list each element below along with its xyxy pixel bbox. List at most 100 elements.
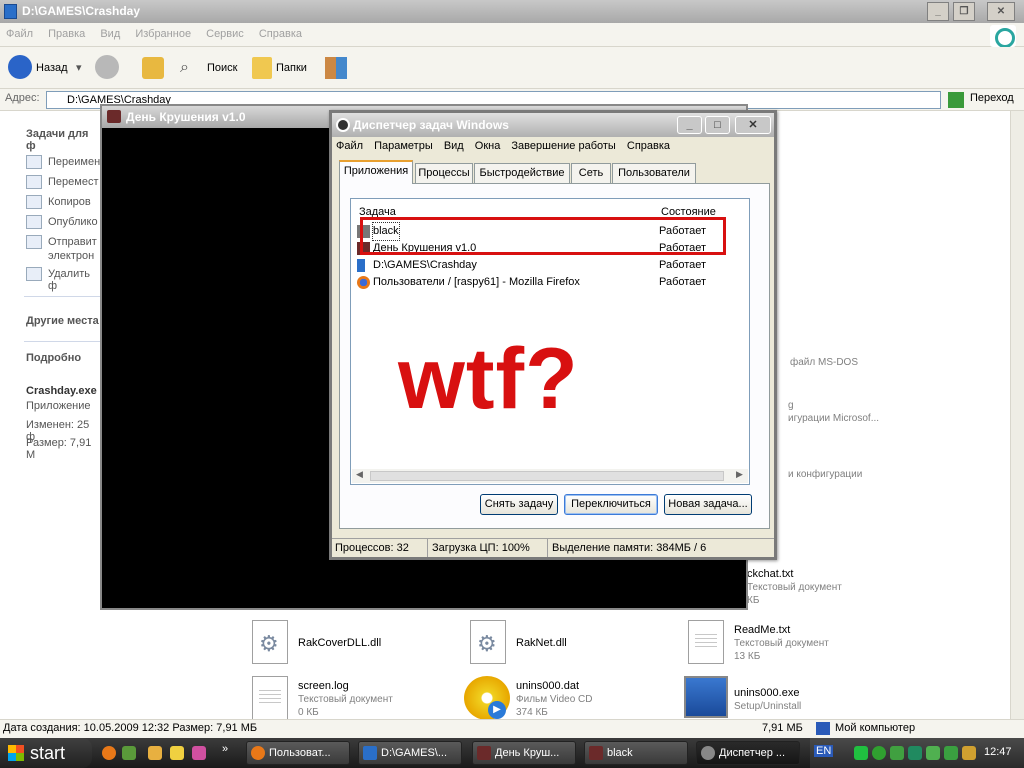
setup-file-icon[interactable] [684, 676, 728, 718]
menu-view[interactable]: Вид [94, 23, 126, 45]
task-publish[interactable]: Опублико [48, 216, 98, 228]
forward-button[interactable] [95, 55, 119, 79]
menu-shutdown[interactable]: Завершение работы [507, 137, 619, 155]
file-type-partial: игурации Microsof... [788, 413, 880, 424]
horizontal-scrollbar[interactable]: ◀ ▶ [352, 469, 748, 483]
text-file-icon[interactable] [688, 620, 724, 664]
menu-help[interactable]: Справка [623, 137, 674, 155]
task-send-2[interactable]: электрон [48, 250, 94, 262]
search-icon[interactable]: ⌕ [180, 57, 200, 79]
status-size: 7,91 МБ [762, 722, 803, 734]
dll-file-icon[interactable] [252, 620, 288, 664]
taskbar-button-task-manager[interactable]: Диспетчер ... [696, 741, 800, 765]
divider [24, 341, 100, 342]
menu-view[interactable]: Вид [440, 137, 468, 155]
quicklaunch-icon[interactable] [192, 746, 206, 760]
file-name[interactable]: RakNet.dll [516, 637, 567, 649]
signal-icon[interactable] [926, 746, 940, 760]
tray-icon[interactable] [890, 746, 904, 760]
file-name[interactable]: screen.log [298, 680, 349, 692]
task-delete[interactable]: Удалить ф [48, 268, 100, 292]
quicklaunch-icon[interactable] [170, 746, 184, 760]
dll-file-icon[interactable] [470, 620, 506, 664]
menu-help[interactable]: Справка [253, 23, 308, 45]
menu-file[interactable]: Файл [0, 23, 39, 45]
task-copy[interactable]: Копиров [48, 196, 91, 208]
back-dropdown-icon[interactable]: ▾ [76, 57, 82, 79]
tab-applications[interactable]: Приложения [339, 160, 413, 184]
list-item[interactable]: Пользователи / [raspy61] - Mozilla Firef… [351, 274, 749, 291]
quicklaunch-icon[interactable] [122, 746, 136, 760]
details-header[interactable]: Подробно [26, 352, 81, 364]
menu-tools[interactable]: Сервис [200, 23, 250, 45]
file-type: Текстовый документ [734, 638, 829, 649]
go-button[interactable]: Переход [970, 92, 1014, 104]
folders-icon[interactable] [252, 57, 272, 79]
taskbar-button-black[interactable]: black [584, 741, 688, 765]
task-move[interactable]: Перемест [48, 176, 98, 188]
back-arrow-icon[interactable] [8, 55, 32, 79]
chevron-right-icon[interactable]: » [222, 743, 228, 755]
file-name[interactable]: unins000.exe [734, 687, 799, 699]
language-indicator[interactable]: EN [814, 745, 834, 757]
status-text: Дата создания: 10.05.2009 12:32 Размер: … [3, 722, 258, 734]
tasks-header[interactable]: Задачи для ф [26, 128, 100, 152]
text-file-icon[interactable] [252, 676, 288, 720]
tab-processes[interactable]: Процессы [415, 163, 473, 183]
vertical-scrollbar[interactable] [1010, 111, 1024, 719]
menu-options[interactable]: Параметры [370, 137, 437, 155]
file-name[interactable]: unins000.dat [516, 680, 579, 692]
up-folder-icon[interactable] [142, 57, 164, 79]
search-button[interactable]: Поиск [207, 57, 237, 79]
scroll-right-icon[interactable]: ▶ [736, 469, 743, 480]
firefox-icon[interactable] [102, 746, 116, 760]
file-name[interactable]: ReadMe.txt [734, 624, 790, 636]
tray-icon[interactable] [854, 746, 868, 760]
back-button[interactable]: Назад [36, 57, 68, 79]
tray-icon[interactable] [962, 746, 976, 760]
minimize-button[interactable]: _ [677, 116, 702, 134]
scroll-left-icon[interactable]: ◀ [356, 469, 363, 480]
close-button[interactable]: ✕ [735, 116, 771, 134]
task-rename[interactable]: Переимен [48, 156, 100, 168]
tab-users[interactable]: Пользователи [612, 163, 696, 183]
quicklaunch-icon[interactable] [148, 746, 162, 760]
tray-icon[interactable] [908, 746, 922, 760]
app-state: Работает [659, 276, 707, 288]
tab-network[interactable]: Сеть [571, 163, 611, 183]
explorer-menu-bar: Файл Правка Вид Избранное Сервис Справка [0, 23, 1024, 47]
views-icon[interactable] [325, 57, 347, 79]
copy-icon [26, 195, 42, 209]
taskbar-button-explorer[interactable]: D:\GAMES\... [358, 741, 462, 765]
minimize-button[interactable]: _ [927, 2, 949, 21]
file-name[interactable]: RakCoverDLL.dll [298, 637, 381, 649]
taskbar-button-game[interactable]: День Круш... [472, 741, 576, 765]
menu-file[interactable]: Файл [332, 137, 367, 155]
menu-edit[interactable]: Правка [42, 23, 91, 45]
taskbar-button-firefox[interactable]: Пользоват... [246, 741, 350, 765]
maximize-button[interactable]: □ [705, 116, 730, 134]
maximize-button[interactable]: ❐ [953, 2, 975, 21]
game-icon [589, 746, 603, 760]
start-button[interactable]: start [0, 738, 92, 768]
task-manager-title-bar[interactable]: Диспетчер задач Windows _ □ ✕ [332, 113, 774, 137]
file-size: 374 КБ [516, 707, 548, 718]
new-task-button[interactable]: Новая задача... [664, 494, 752, 515]
file-name[interactable]: ckchat.txt [747, 568, 793, 580]
other-places-header[interactable]: Другие места [26, 315, 99, 327]
tray-icon[interactable] [944, 746, 958, 760]
list-item[interactable]: D:\GAMES\Crashday Работает [351, 257, 749, 274]
switch-to-button[interactable]: Переключиться [564, 494, 658, 515]
taskbar-button-label: black [607, 747, 633, 759]
close-button[interactable]: ✕ [987, 2, 1015, 21]
tray-icon[interactable] [872, 746, 886, 760]
folders-button[interactable]: Папки [276, 57, 307, 79]
end-task-button[interactable]: Снять задачу [480, 494, 558, 515]
menu-favorites[interactable]: Избранное [129, 23, 197, 45]
tab-performance[interactable]: Быстродействие [474, 163, 570, 183]
menu-windows[interactable]: Окна [471, 137, 505, 155]
scroll-thumb[interactable] [370, 471, 724, 481]
go-arrow-icon[interactable] [948, 92, 964, 108]
clock[interactable]: 12:47 [984, 746, 1012, 758]
task-send[interactable]: Отправит [48, 236, 97, 248]
